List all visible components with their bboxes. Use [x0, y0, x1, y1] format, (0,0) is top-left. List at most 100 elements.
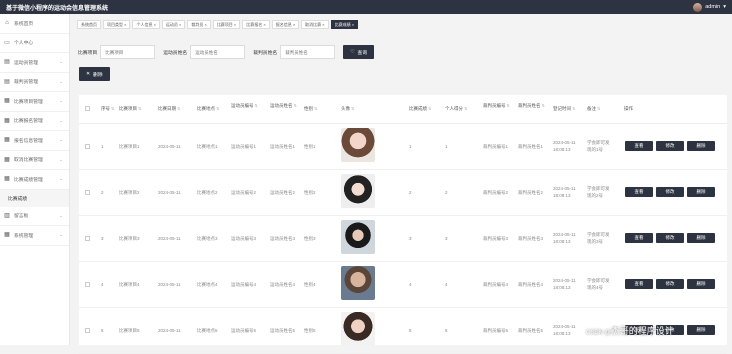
sidebar-item[interactable]: ▥ 留言板 ⌄ [0, 207, 69, 226]
column-header[interactable]: 比赛项目⇅ [119, 106, 141, 112]
table-cell: 性别5 [304, 328, 316, 333]
data-table: 序号⇅ 比赛项目⇅ 比赛日期⇅ 比赛地点⇅ 运动员编号⇅ 运动员姓名⇅ 性别⇅ 头像⇅ 比赛成绩… [79, 95, 727, 354]
sidebar-item[interactable]: ▤ 运动员管理 ⌄ [0, 53, 69, 73]
delete-button[interactable]: 删除 [687, 233, 715, 243]
delete-button[interactable]: 删除 [687, 325, 715, 335]
column-header[interactable]: 操作 [624, 106, 633, 112]
column-header[interactable]: 比赛日期⇅ [158, 106, 180, 112]
tab[interactable]: 比赛项目 × [212, 20, 241, 29]
sort-icon[interactable]: ⇅ [542, 103, 545, 108]
sidebar-item[interactable]: ▤ 裁判员管理 ⌄ [0, 73, 69, 92]
sort-icon[interactable]: ⇅ [294, 103, 297, 108]
table-cell: 学会即可发 [587, 232, 610, 237]
sort-icon[interactable]: ⇅ [597, 106, 600, 111]
grid-icon: ▦ [4, 117, 10, 124]
table-cell: 运动员姓名3 [270, 236, 296, 241]
tab[interactable]: 报名信息 × [271, 20, 300, 29]
column-header-label: 运动员姓名 [270, 103, 293, 108]
edit-button[interactable]: 修改 [656, 279, 684, 289]
sort-icon[interactable]: ⇅ [314, 106, 317, 111]
tab[interactable]: 取消比赛 × [301, 20, 329, 29]
edit-button[interactable]: 修改 [656, 187, 684, 197]
view-button[interactable]: 查看 [625, 279, 653, 289]
column-header[interactable]: 头像⇅ [341, 106, 354, 112]
column-header[interactable]: 个人得分⇅ [445, 106, 467, 112]
app-title: 基于微信小程序的运动会信息管理系统 [6, 5, 109, 12]
sort-icon[interactable]: ⇅ [464, 106, 467, 111]
column-header[interactable]: 比赛地点⇅ [197, 106, 219, 112]
table-cell: 2024-05-11 [158, 282, 181, 287]
sort-icon[interactable]: ⇅ [138, 106, 141, 111]
table-cell: 18:08:13 [553, 239, 571, 244]
column-header[interactable]: 序号⇅ [101, 106, 114, 112]
column-header[interactable]: 比赛成绩⇅ [409, 106, 431, 112]
table-cell: 裁判员编号1 [483, 144, 509, 149]
search-bar: 比赛项目 运动员姓名 裁判员姓名 ♡ 查询 [78, 45, 375, 59]
table-cell: 5 [101, 328, 104, 333]
column-header[interactable]: 性别⇅ [304, 106, 317, 112]
sort-icon[interactable]: ⇅ [177, 106, 180, 111]
sidebar-subitem-scores[interactable]: 比赛成绩 [0, 189, 69, 207]
view-button[interactable]: 查看 [625, 141, 653, 151]
column-header-label: 比赛项目 [119, 106, 137, 111]
view-button[interactable]: 查看 [625, 187, 653, 197]
sort-icon[interactable]: ⇅ [111, 106, 114, 111]
row-checkbox[interactable] [85, 236, 90, 241]
sidebar-item[interactable]: ▦ 取消比赛管理 ⌄ [0, 151, 69, 170]
column-header[interactable]: 裁判员姓名⇅ [518, 103, 548, 109]
referee-name-input[interactable] [280, 45, 336, 59]
tab[interactable]: 比赛报名 × [242, 20, 270, 29]
referee-name-label: 裁判员姓名 [253, 50, 278, 56]
sidebar-item[interactable]: ▦ 比赛报名管理 ⌄ [0, 112, 69, 131]
edit-button[interactable]: 修改 [656, 141, 684, 151]
column-header[interactable]: 裁判员编号⇅ [483, 103, 513, 109]
grid-icon: ▦ [4, 156, 10, 163]
delete-button[interactable]: 删除 [687, 141, 715, 151]
athlete-name-input[interactable] [190, 45, 246, 59]
table-cell: 5 [409, 328, 412, 333]
delete-button[interactable]: 删除 [687, 279, 715, 289]
query-button[interactable]: ♡ 查询 [343, 45, 375, 59]
column-header-label: 裁判员姓名 [518, 103, 541, 108]
table-cell: 现的2号 [587, 193, 604, 198]
column-header[interactable]: 备注⇅ [587, 106, 600, 112]
delete-button[interactable]: 删除 [687, 187, 715, 197]
tab[interactable]: 比赛成绩 × [330, 20, 359, 29]
sidebar-item[interactable]: ▦ 比赛成绩管理 ⌄ [0, 170, 69, 190]
sort-icon[interactable]: ⇅ [507, 103, 510, 108]
sort-icon[interactable]: ⇅ [572, 106, 575, 111]
sidebar-item[interactable]: ⌂ 系统首页 [0, 14, 69, 34]
row-checkbox[interactable] [85, 190, 90, 195]
project-input[interactable] [100, 45, 156, 59]
sidebar-item[interactable]: ▦ 系统管理 ⌄ [0, 226, 69, 246]
chevron-down-icon: ⌄ [59, 156, 63, 162]
sort-icon[interactable]: ⇅ [428, 106, 431, 111]
edit-button[interactable]: 修改 [656, 233, 684, 243]
row-checkbox[interactable] [85, 282, 90, 287]
row-checkbox[interactable] [85, 328, 90, 333]
table-cell: 比赛项目1 [119, 144, 140, 149]
tab[interactable]: 运动员 × [161, 20, 186, 29]
table-cell: 18:08:13 [553, 147, 571, 152]
table-cell: 比赛地点2 [197, 190, 218, 195]
sort-icon[interactable]: ⇅ [255, 103, 258, 108]
row-checkbox[interactable] [85, 144, 90, 149]
sidebar-item-label: 系统管理 [14, 233, 34, 239]
sidebar-item[interactable]: ▦ 比赛项目管理 ⌄ [0, 92, 69, 112]
sidebar-item[interactable]: ▦ 报名信息管理 ⌄ [0, 131, 69, 151]
tab[interactable]: 裁判员 × [187, 20, 211, 29]
select-all-checkbox[interactable] [85, 106, 90, 111]
sidebar-item[interactable]: ▭ 个人中心 [0, 34, 69, 53]
table-cell: 裁判员编号3 [483, 236, 509, 241]
tab[interactable]: 系统首页 [77, 20, 101, 29]
sort-icon[interactable]: ⇅ [351, 106, 354, 111]
column-header[interactable]: 运动员姓名⇅ [270, 103, 300, 109]
batch-delete-button[interactable]: ✕ 删除 [79, 67, 110, 81]
view-button[interactable]: 查看 [625, 233, 653, 243]
user-menu[interactable]: admin ▾ [693, 2, 726, 12]
column-header[interactable]: 运动员编号⇅ [231, 103, 261, 109]
sort-icon[interactable]: ⇅ [216, 106, 219, 111]
tab[interactable]: 项目类型 × [103, 20, 131, 29]
tab[interactable]: 个人信息 × [132, 20, 160, 29]
column-header[interactable]: 登记时间⇅ [553, 106, 575, 112]
